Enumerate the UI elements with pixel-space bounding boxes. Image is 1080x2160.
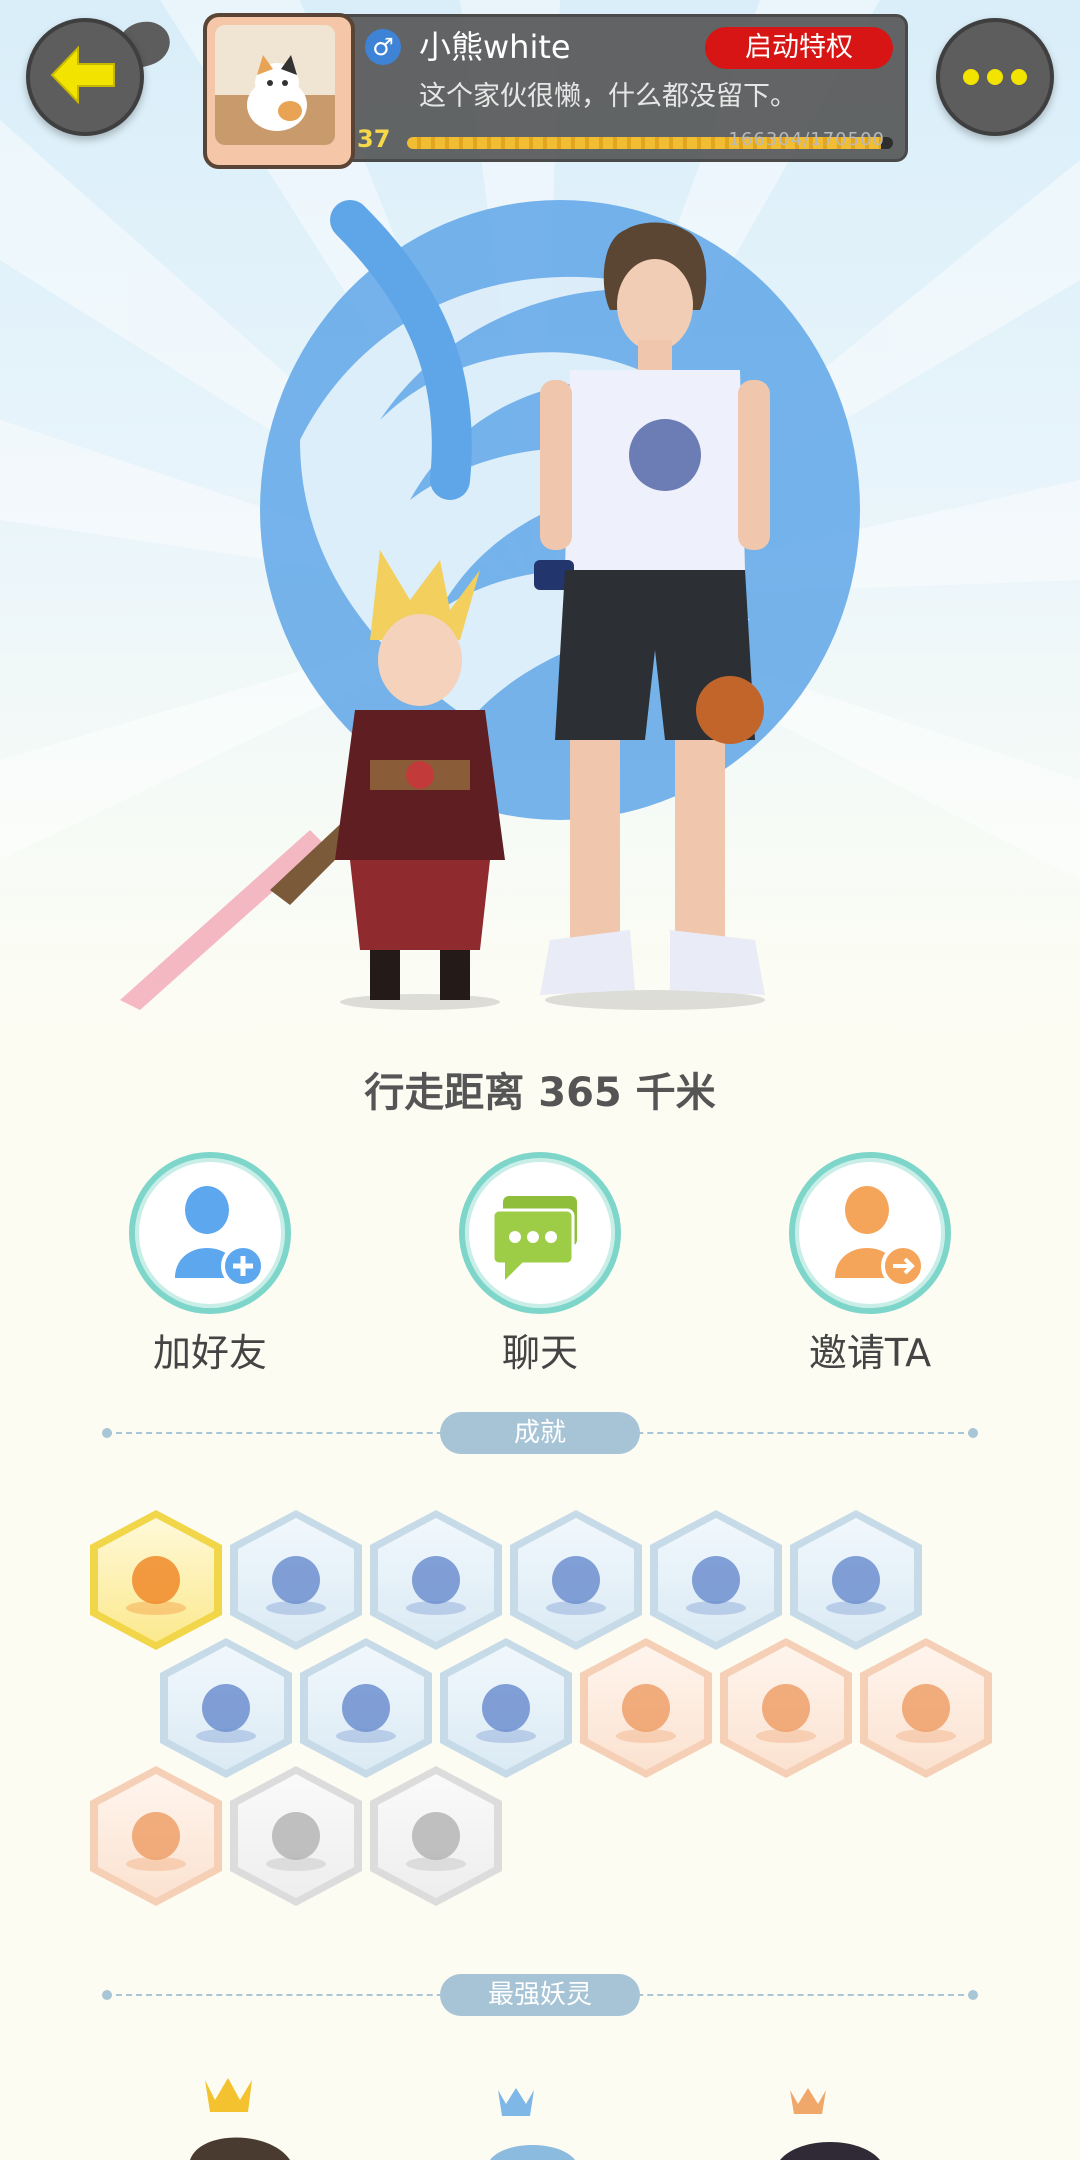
bronze-crown-icon (790, 2088, 826, 2114)
invite-label: 邀请TA (808, 1331, 932, 1375)
cart-badge[interactable] (230, 1766, 362, 1906)
spirit-cat-badge-glyph (336, 1684, 396, 1743)
sneaker-badge[interactable] (230, 1510, 362, 1650)
chat-label: 聊天 (501, 1331, 578, 1375)
divider-cap (968, 1428, 978, 1438)
chat-icon (459, 1152, 621, 1314)
sneaker-badge-glyph (266, 1556, 326, 1615)
divider-cap (968, 1990, 978, 2000)
moon-badge[interactable] (510, 1510, 642, 1650)
add-friend-icon (129, 1152, 291, 1314)
signature: 这个家伙很懒，什么都没留下。 (419, 81, 797, 112)
more-dot (987, 69, 1003, 85)
monkey-badge[interactable] (580, 1638, 712, 1778)
more-dot (963, 69, 979, 85)
silver-crown-icon (498, 2088, 534, 2116)
spirit-portrait-2 (490, 2145, 575, 2160)
moon-badge-glyph (546, 1556, 606, 1615)
invite-icon (789, 1152, 951, 1314)
back-button[interactable] (26, 18, 144, 136)
scroll-target-badge[interactable] (860, 1638, 992, 1778)
vip-privilege-button[interactable]: 启动特权 (705, 27, 893, 69)
divider-cap (102, 1428, 112, 1438)
gem-badge[interactable] (790, 1510, 922, 1650)
strongest-spirits-title: 最强妖灵 (440, 1974, 640, 2016)
divider-cap (102, 1990, 112, 2000)
monkey-badge-glyph (616, 1684, 676, 1743)
ox-badge[interactable] (90, 1766, 222, 1906)
portal-badge-glyph (406, 1556, 466, 1615)
spirit-cat-badge[interactable] (300, 1638, 432, 1778)
book-fox-badge-glyph (406, 1812, 466, 1871)
male-gender-icon: ♂ (365, 29, 401, 65)
more-options-button[interactable] (936, 18, 1054, 136)
action-buttons: 加好友 聊天 邀请TA (0, 1152, 1080, 1375)
profile-card: ♂ 小熊white 启动特权 这个家伙很懒，什么都没留下。 37 166304/… (203, 13, 908, 169)
book-fox-badge[interactable] (370, 1766, 502, 1906)
companion-spirit-character (120, 550, 505, 1010)
ox-badge-glyph (126, 1812, 186, 1871)
add-friend-label: 加好友 (152, 1331, 267, 1375)
back-arrow-icon (50, 45, 115, 105)
avatar[interactable] (203, 13, 355, 169)
invite-button[interactable]: 邀请TA (770, 1152, 970, 1377)
player-avatar-character (534, 222, 770, 1010)
dancer-badge-glyph (756, 1684, 816, 1743)
spirit-portrait-1 (190, 2137, 290, 2160)
portal-badge[interactable] (370, 1510, 502, 1650)
yin-yang-wave-badge-glyph (196, 1684, 256, 1743)
achievements-title: 成就 (440, 1412, 640, 1454)
dancer-badge[interactable] (720, 1638, 852, 1778)
cart-badge-glyph (266, 1812, 326, 1871)
crystal-ball-badge-glyph (686, 1556, 746, 1615)
gem-badge-glyph (826, 1556, 886, 1615)
crystal-ball-badge[interactable] (650, 1510, 782, 1650)
level-badge: 37 (357, 125, 391, 153)
username: 小熊white (419, 28, 571, 66)
scroll-target-badge-glyph (896, 1684, 956, 1743)
yin-yang-scroll-badge-glyph (476, 1684, 536, 1743)
gold-crown-icon (205, 2078, 252, 2112)
walk-distance: 行走距离 365 千米 (364, 1070, 716, 1116)
yin-yang-scroll-badge[interactable] (440, 1638, 572, 1778)
add-friend-button[interactable]: 加好友 (110, 1152, 310, 1377)
yin-yang-wave-badge[interactable] (160, 1638, 292, 1778)
xp-text: 166304/170500 (728, 129, 885, 150)
fox-mascot-badge-glyph (126, 1556, 186, 1615)
fox-mascot-badge[interactable] (90, 1510, 222, 1650)
avatar-cat-photo (215, 25, 335, 145)
spirit-portrait-3 (780, 2142, 880, 2160)
chat-button[interactable]: 聊天 (440, 1152, 640, 1377)
more-dot (1011, 69, 1027, 85)
strongest-spirits-row (190, 2078, 880, 2160)
